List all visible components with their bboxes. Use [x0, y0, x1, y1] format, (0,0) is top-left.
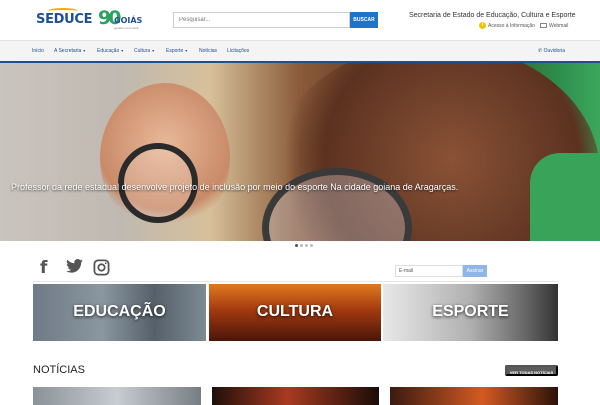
nav-item-licitacoes[interactable]: Licitações — [227, 48, 249, 54]
email-field[interactable] — [395, 265, 463, 277]
chevron-down-icon: ▾ — [83, 48, 86, 53]
info-icon: i — [479, 22, 486, 29]
chevron-down-icon: ▾ — [152, 48, 155, 53]
nav-label: Esporte — [166, 48, 184, 54]
nav-item-secretaria[interactable]: A Secretaria ▾ — [54, 48, 85, 54]
nav-item-educacao[interactable]: Educação ▾ — [97, 48, 123, 54]
nav-label: Início — [32, 48, 44, 54]
goias-logo-subtitle: governo com você — [114, 26, 139, 30]
nav-label: Licitações — [227, 48, 250, 54]
site-header: SEDUCE 90 GOIÁS governo com você BUSCAR … — [0, 0, 600, 40]
header-links: i Acesso à Informação Webmail — [479, 22, 568, 29]
main-nav: Início A Secretaria ▾ Educação ▾ Cultura ▾ … — [0, 40, 600, 61]
instagram-icon[interactable] — [93, 259, 110, 281]
search-button[interactable]: BUSCAR — [350, 12, 378, 28]
section-divider — [33, 281, 558, 282]
slider-dots — [295, 244, 313, 247]
ouvidoria-link[interactable]: ✆ Ouvidoria — [538, 48, 565, 54]
subscribe-button[interactable]: Assinar — [463, 265, 487, 277]
nav-item-cultura[interactable]: Cultura ▾ — [134, 48, 154, 54]
hero-slider[interactable] — [0, 63, 600, 241]
goias-logo-text: GOIÁS — [114, 16, 143, 25]
nav-item-inicio[interactable]: Início — [32, 48, 44, 54]
chevron-down-icon: ▾ — [185, 48, 188, 53]
category-label: EDUCAÇÃO — [73, 303, 166, 320]
slider-dot[interactable] — [300, 244, 303, 247]
search-input[interactable] — [173, 12, 350, 28]
category-cultura[interactable]: CULTURA — [209, 284, 381, 341]
mail-icon — [539, 23, 547, 28]
news-section-title: NOTÍCIAS — [33, 364, 85, 376]
twitter-icon[interactable] — [66, 259, 83, 278]
ouvidoria-label: Ouvidoria — [543, 48, 565, 54]
category-educacao[interactable]: EDUCAÇÃO — [33, 284, 206, 341]
facebook-icon[interactable]: f — [40, 259, 47, 277]
category-esporte[interactable]: ESPORTE — [383, 284, 558, 341]
seduce-logo-text: SEDUCE — [36, 12, 93, 27]
slider-dot[interactable] — [295, 244, 298, 247]
nav-label: A Secretaria — [54, 48, 82, 54]
nav-label: Notícias — [199, 48, 218, 54]
slider-dot[interactable] — [305, 244, 308, 247]
logo-swoosh-icon — [48, 8, 78, 14]
webmail-link[interactable]: Webmail — [549, 23, 568, 29]
all-news-button[interactable]: VER TODAS NOTÍCIAS — [505, 365, 558, 376]
category-label: CULTURA — [256, 303, 334, 320]
category-label: ESPORTE — [432, 303, 509, 320]
news-thumbnail[interactable] — [33, 387, 201, 405]
hero-caption[interactable]: Professor da rede estadual desenvolve pr… — [11, 182, 458, 192]
hero-image-shirt — [530, 153, 600, 241]
news-thumbnail[interactable] — [390, 387, 558, 405]
nav-item-esporte[interactable]: Esporte ▾ — [166, 48, 187, 54]
seduce-logo[interactable]: SEDUCE — [36, 8, 93, 27]
nav-label: Cultura — [134, 48, 151, 54]
nav-label: Educação — [97, 48, 120, 54]
chevron-down-icon: ▾ — [121, 48, 124, 53]
news-thumbnail[interactable] — [212, 387, 379, 405]
goias-logo[interactable]: 90 GOIÁS governo com você — [98, 7, 148, 33]
secretaria-title: Secretaria de Estado de Educação, Cultur… — [409, 12, 576, 19]
acesso-informacao-link[interactable]: Acesso à Informação — [488, 23, 535, 29]
slider-dot[interactable] — [310, 244, 313, 247]
nav-item-noticias[interactable]: Notícias — [199, 48, 217, 54]
